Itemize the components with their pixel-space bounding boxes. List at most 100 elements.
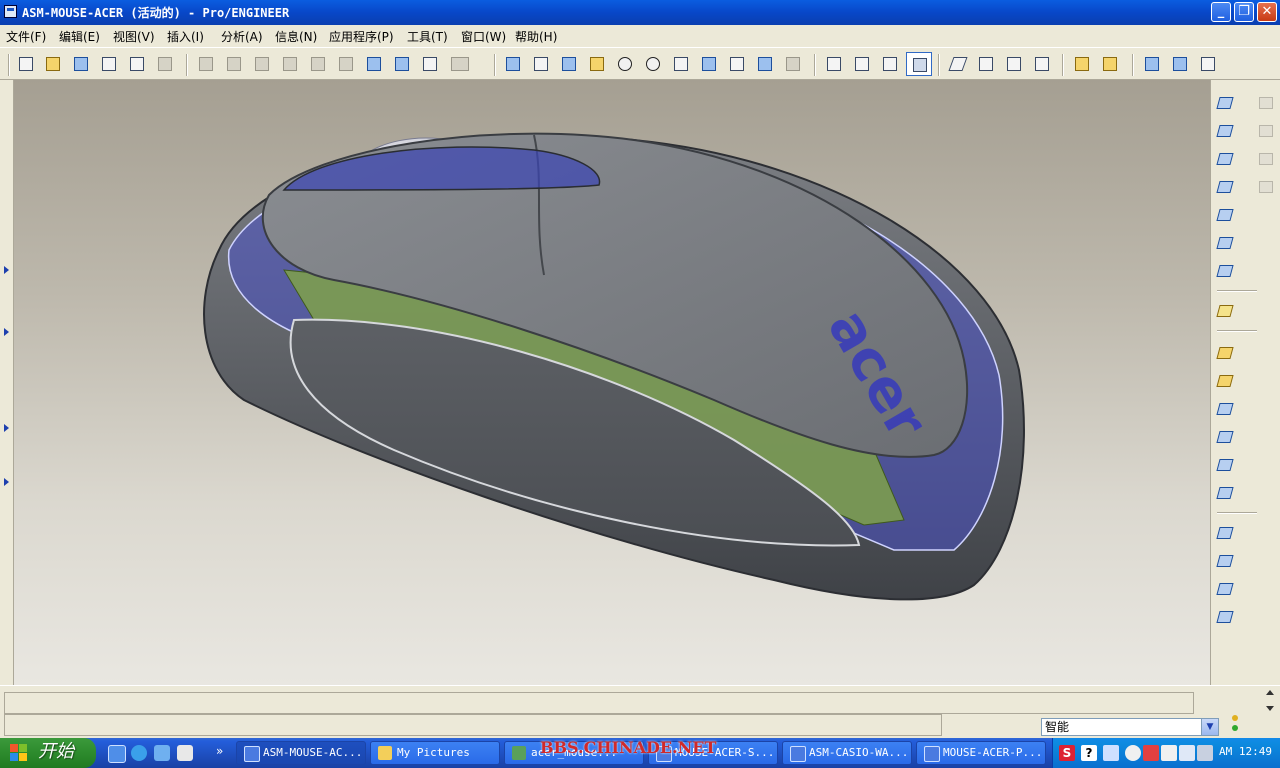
minimize-button[interactable]: _	[1211, 2, 1231, 22]
task-button[interactable]: My Pictures	[370, 741, 500, 765]
start-button[interactable]: 开始	[0, 738, 96, 768]
close-button[interactable]: ✕	[1257, 2, 1277, 22]
message-scrollbar[interactable]	[1262, 686, 1278, 716]
close-window-icon[interactable]	[1198, 54, 1218, 74]
menu-window[interactable]: 窗口(W)	[461, 28, 506, 45]
datum-points-icon[interactable]	[1004, 54, 1024, 74]
app-icon[interactable]	[4, 5, 17, 18]
assemble-icon[interactable]	[1214, 342, 1236, 364]
menu-view[interactable]: 视图(V)	[113, 28, 155, 45]
paste-icon[interactable]	[308, 54, 328, 74]
menu-help[interactable]: 帮助(H)	[515, 28, 557, 45]
mirror-icon[interactable]	[1214, 550, 1236, 572]
browser-icon[interactable]	[131, 745, 147, 761]
pan-icon[interactable]	[587, 54, 607, 74]
sketch-icon[interactable]	[1100, 54, 1120, 74]
zoom-out-icon[interactable]	[643, 54, 663, 74]
datum-point-icon[interactable]	[1214, 204, 1236, 226]
save-icon[interactable]	[71, 54, 91, 74]
coordinate-system-icon[interactable]	[1214, 232, 1236, 254]
volume-icon[interactable]	[1161, 745, 1177, 761]
new-icon[interactable]	[16, 54, 36, 74]
sketched-curve-icon[interactable]	[1214, 176, 1236, 198]
copy-feature-icon[interactable]	[1214, 522, 1236, 544]
refit-icon[interactable]	[671, 54, 691, 74]
help-icon[interactable]: ?	[1081, 745, 1097, 761]
task-button[interactable]: ASM-CASIO-WA...	[782, 741, 912, 765]
network-icon[interactable]	[1197, 745, 1213, 761]
email-icon[interactable]	[127, 54, 147, 74]
shell-icon[interactable]	[1214, 606, 1236, 628]
expand-arrow-icon[interactable]	[4, 328, 9, 336]
media-player-icon[interactable]	[154, 745, 170, 761]
paste-special-icon[interactable]	[336, 54, 356, 74]
wireframe-icon[interactable]	[824, 54, 844, 74]
datum-axis-icon[interactable]	[1214, 148, 1236, 170]
layers-icon[interactable]	[755, 54, 775, 74]
menu-applications[interactable]: 应用程序(P)	[329, 28, 394, 45]
quicklaunch-more[interactable]: »	[216, 744, 223, 758]
print-icon[interactable]	[99, 54, 119, 74]
edit-icon[interactable]	[1072, 54, 1092, 74]
redo-icon[interactable]	[224, 54, 244, 74]
scroll-up-icon[interactable]	[1266, 690, 1274, 695]
menu-info[interactable]: 信息(N)	[275, 28, 317, 45]
window-icon[interactable]	[1142, 54, 1162, 74]
expand-arrow-icon[interactable]	[4, 424, 9, 432]
hidden-line-icon[interactable]	[852, 54, 872, 74]
cut-icon[interactable]	[252, 54, 272, 74]
graphics-window[interactable]: wangtong acer	[14, 80, 1210, 685]
create-component-icon[interactable]	[1214, 370, 1236, 392]
copy-icon[interactable]	[280, 54, 300, 74]
extrude-icon[interactable]	[1214, 398, 1236, 420]
sweep-icon[interactable]	[1214, 454, 1236, 476]
select-filter-icon[interactable]	[448, 54, 484, 74]
input-method-icon[interactable]: S	[1059, 745, 1075, 761]
scroll-down-icon[interactable]	[1266, 706, 1274, 711]
datum-plane-icon[interactable]	[1214, 120, 1236, 142]
find-icon[interactable]	[420, 54, 440, 74]
expand-arrow-icon[interactable]	[4, 266, 9, 274]
menu-tools[interactable]: 工具(T)	[407, 28, 448, 45]
selection-filter-dropdown[interactable]: 智能 ▼	[1041, 718, 1219, 736]
restore-button[interactable]: ❐	[1234, 2, 1254, 22]
reorient-icon[interactable]	[699, 54, 719, 74]
expand-arrow-icon[interactable]	[4, 478, 9, 486]
camera-icon[interactable]	[1179, 745, 1195, 761]
annotation-icon[interactable]	[1214, 300, 1236, 322]
shading-icon[interactable]	[906, 52, 932, 76]
datum-planes-icon[interactable]	[948, 54, 968, 74]
menu-edit[interactable]: 编辑(E)	[59, 28, 100, 45]
regenerate-icon[interactable]	[364, 54, 384, 74]
repaint-icon[interactable]	[503, 54, 523, 74]
tray-arrow-icon[interactable]	[1125, 745, 1141, 761]
no-hidden-icon[interactable]	[880, 54, 900, 74]
analysis-icon[interactable]	[1214, 260, 1236, 282]
activate-window-icon[interactable]	[1170, 54, 1190, 74]
regenerate-manager-icon[interactable]	[392, 54, 412, 74]
orient-mode-icon[interactable]	[559, 54, 579, 74]
move-icon[interactable]	[1214, 578, 1236, 600]
show-desktop-icon[interactable]	[108, 745, 126, 763]
saved-views-icon[interactable]	[727, 54, 747, 74]
spin-center-icon[interactable]	[531, 54, 551, 74]
datum-curve-icon[interactable]	[1214, 92, 1236, 114]
model-tree-icon[interactable]	[783, 54, 803, 74]
explorer-icon[interactable]	[177, 745, 193, 761]
coordinate-systems-icon[interactable]	[1032, 54, 1052, 74]
preview-icon[interactable]	[155, 54, 175, 74]
menu-insert[interactable]: 插入(I)	[167, 28, 204, 45]
pen-icon[interactable]	[1103, 745, 1119, 761]
menu-analysis[interactable]: 分析(A)	[221, 28, 263, 45]
task-button[interactable]: MOUSE-ACER-P...	[916, 741, 1046, 765]
chevron-down-icon[interactable]: ▼	[1201, 719, 1218, 735]
zoom-in-icon[interactable]	[615, 54, 635, 74]
revolve-icon[interactable]	[1214, 426, 1236, 448]
left-splitter[interactable]	[0, 80, 14, 685]
blend-icon[interactable]	[1214, 482, 1236, 504]
menu-file[interactable]: 文件(F)	[6, 28, 46, 45]
security-icon[interactable]	[1143, 745, 1159, 761]
task-button[interactable]: ASM-MOUSE-AC...	[236, 741, 366, 765]
undo-icon[interactable]	[196, 54, 216, 74]
datum-axes-icon[interactable]	[976, 54, 996, 74]
